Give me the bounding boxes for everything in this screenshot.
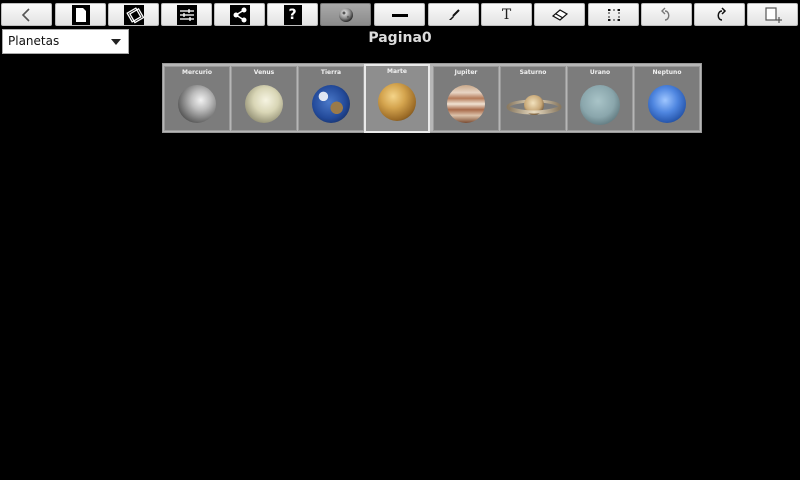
share-icon: [229, 4, 250, 25]
redo-button[interactable]: [694, 3, 745, 26]
uranus-icon: [580, 85, 620, 125]
planet-card-marte[interactable]: Marte: [364, 64, 430, 133]
planet-name: Jupiter: [454, 69, 478, 76]
planet-card-tierra[interactable]: Tierra: [298, 66, 364, 131]
new-page-button[interactable]: [55, 3, 106, 26]
planet-name: Tierra: [320, 69, 342, 76]
toolbar: ? T: [0, 0, 800, 28]
undo-icon: [660, 7, 669, 21]
pages-icon: [123, 4, 144, 25]
planet-name: Marte: [387, 68, 407, 75]
mercury-icon: [178, 85, 216, 123]
document-icon: [71, 4, 90, 25]
settings-button[interactable]: [161, 3, 212, 26]
help-icon: ?: [283, 4, 302, 25]
text-icon: T: [501, 6, 512, 23]
pages-button[interactable]: [108, 3, 159, 26]
planet-stamp-icon: [338, 7, 353, 22]
planet-card-jupiter[interactable]: Jupiter: [433, 66, 499, 131]
line-icon: [391, 13, 408, 17]
stamps-button[interactable]: [320, 3, 371, 26]
planet-card-mercurio[interactable]: Mercurio: [164, 66, 230, 131]
jupiter-icon: [447, 85, 485, 123]
eraser-icon: [551, 8, 568, 21]
selection-icon: [607, 8, 620, 21]
venus-icon: [245, 85, 283, 123]
brush-icon: [448, 8, 460, 20]
page-title: Pagina0: [368, 30, 432, 46]
eraser-button[interactable]: [534, 3, 585, 26]
planet-name: Urano: [589, 69, 611, 76]
undo-button[interactable]: [641, 3, 692, 26]
planet-card-urano[interactable]: Urano: [567, 66, 633, 131]
line-button[interactable]: [374, 3, 425, 26]
planet-card-saturno[interactable]: Saturno: [500, 66, 566, 131]
planet-card-neptuno[interactable]: Neptuno: [634, 66, 700, 131]
planet-name: Saturno: [519, 69, 547, 76]
sliders-icon: [176, 4, 197, 25]
add-page-icon: [764, 6, 782, 23]
help-button[interactable]: ?: [267, 3, 318, 26]
share-button[interactable]: [214, 3, 265, 26]
earth-icon: [312, 85, 350, 123]
mars-icon: [378, 83, 416, 121]
saturn-icon: [506, 95, 562, 115]
planet-name: Venus: [253, 69, 275, 76]
select-button[interactable]: [588, 3, 639, 26]
add-page-button[interactable]: [747, 3, 798, 26]
redo-icon: [717, 6, 726, 21]
text-button[interactable]: T: [481, 3, 532, 26]
planet-card-venus[interactable]: Venus: [231, 66, 297, 131]
planet-name: Mercurio: [182, 69, 212, 76]
back-icon: [21, 7, 30, 22]
planet-name: Neptuno: [652, 69, 682, 76]
brush-button[interactable]: [428, 3, 479, 26]
neptune-icon: [648, 85, 686, 123]
back-button[interactable]: [1, 3, 52, 26]
